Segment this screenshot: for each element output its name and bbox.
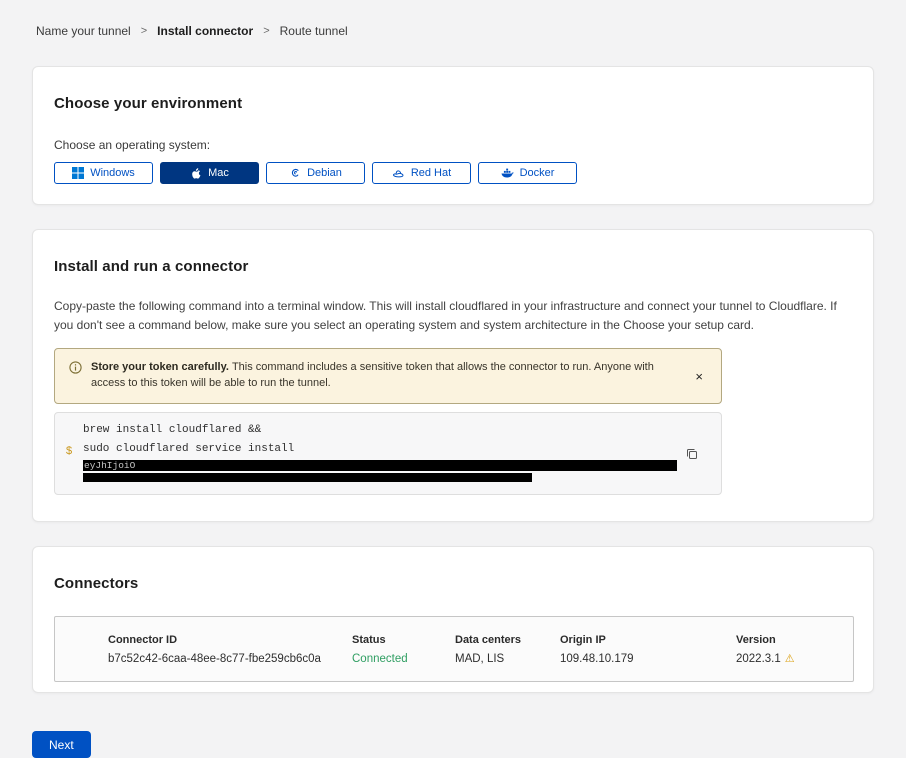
breadcrumb-separator: >: [141, 25, 147, 37]
connectors-table: Connector ID Status Data centers Origin …: [54, 616, 854, 682]
install-description: Copy-paste the following command into a …: [54, 297, 849, 334]
redhat-icon: [392, 168, 405, 179]
token-redaction-bar-2: [83, 473, 532, 482]
header-connector-id: Connector ID: [108, 634, 352, 646]
install-card-title: Install and run a connector: [54, 258, 852, 275]
token-redaction-bar-1: eyJhIjoiO: [83, 460, 677, 471]
token-visible-prefix: eyJhIjoiO: [83, 461, 135, 471]
connectors-card: Connectors Connector ID Status Data cent…: [32, 546, 874, 693]
os-button-debian[interactable]: Debian: [266, 162, 365, 184]
token-warning-title: Store your token carefully.: [91, 361, 229, 373]
copy-icon[interactable]: [683, 445, 701, 463]
environment-card-title: Choose your environment: [54, 95, 852, 112]
version-number: 2022.3.1: [736, 653, 781, 665]
install-connector-card: Install and run a connector Copy-paste t…: [32, 229, 874, 522]
breadcrumb-step-name-your-tunnel[interactable]: Name your tunnel: [36, 24, 131, 38]
os-button-label: Windows: [90, 167, 135, 179]
debian-icon: [289, 167, 301, 179]
apple-icon: [190, 167, 202, 180]
command-line-2: sudo cloudflared service install: [83, 440, 677, 459]
os-button-label: Docker: [520, 167, 555, 179]
breadcrumb: Name your tunnel > Install connector > R…: [0, 0, 906, 66]
breadcrumb-step-route-tunnel[interactable]: Route tunnel: [280, 24, 348, 38]
breadcrumb-separator: >: [263, 25, 269, 37]
install-command-lines: brew install cloudflared && sudo cloudfl…: [83, 421, 677, 482]
header-status: Status: [352, 634, 455, 646]
connectors-table-header: Connector ID Status Data centers Origin …: [55, 617, 853, 646]
warning-icon: ⚠: [785, 654, 795, 665]
os-button-group: Windows Mac Debian Red Hat: [54, 162, 852, 184]
connectors-card-title: Connectors: [54, 575, 852, 592]
info-icon: [69, 361, 82, 374]
version-value: 2022.3.1 ⚠: [736, 653, 853, 665]
install-command-code-block: $ brew install cloudflared && sudo cloud…: [54, 412, 722, 495]
terminal-prompt: $: [55, 421, 83, 482]
os-button-label: Mac: [208, 167, 229, 179]
os-button-redhat[interactable]: Red Hat: [372, 162, 471, 184]
docker-icon: [501, 168, 514, 178]
data-centers-value: MAD, LIS: [455, 653, 560, 665]
header-data-centers: Data centers: [455, 634, 560, 646]
os-select-label: Choose an operating system:: [54, 138, 852, 152]
origin-ip-value: 109.48.10.179: [560, 653, 736, 665]
command-line-1: brew install cloudflared &&: [83, 421, 677, 440]
environment-card: Choose your environment Choose an operat…: [32, 66, 874, 205]
os-button-label: Red Hat: [411, 167, 451, 179]
header-version: Version: [736, 634, 853, 646]
windows-icon: [72, 167, 84, 179]
os-button-mac[interactable]: Mac: [160, 162, 259, 184]
token-warning-text: Store your token carefully.This command …: [91, 360, 682, 392]
os-button-docker[interactable]: Docker: [478, 162, 577, 184]
header-origin-ip: Origin IP: [560, 634, 736, 646]
next-button[interactable]: Next: [32, 731, 91, 758]
connector-id-value: b7c52c42-6caa-48ee-8c77-fbe259cb6c0a: [108, 653, 352, 665]
token-warning-alert: Store your token carefully.This command …: [54, 348, 722, 404]
table-row: b7c52c42-6caa-48ee-8c77-fbe259cb6c0a Con…: [55, 646, 853, 681]
breadcrumb-step-install-connector[interactable]: Install connector: [157, 24, 253, 38]
os-button-windows[interactable]: Windows: [54, 162, 153, 184]
os-button-label: Debian: [307, 167, 342, 179]
close-icon[interactable]: ×: [691, 368, 707, 385]
status-badge: Connected: [352, 653, 455, 665]
